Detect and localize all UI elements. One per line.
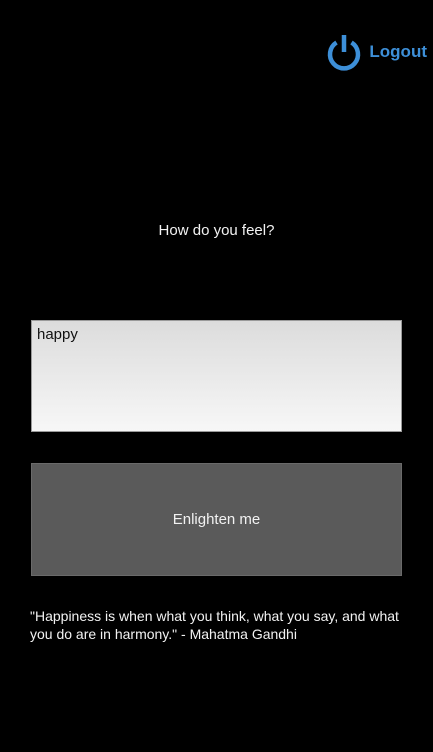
- quote-text: "Happiness is when what you think, what …: [30, 608, 399, 642]
- logout-button[interactable]: Logout: [325, 33, 427, 71]
- mood-input[interactable]: [31, 320, 402, 432]
- feeling-prompt: How do you feel?: [158, 222, 275, 239]
- enlighten-me-button[interactable]: Enlighten me: [31, 463, 402, 576]
- logout-label: Logout: [369, 42, 427, 61]
- power-icon: [328, 35, 361, 71]
